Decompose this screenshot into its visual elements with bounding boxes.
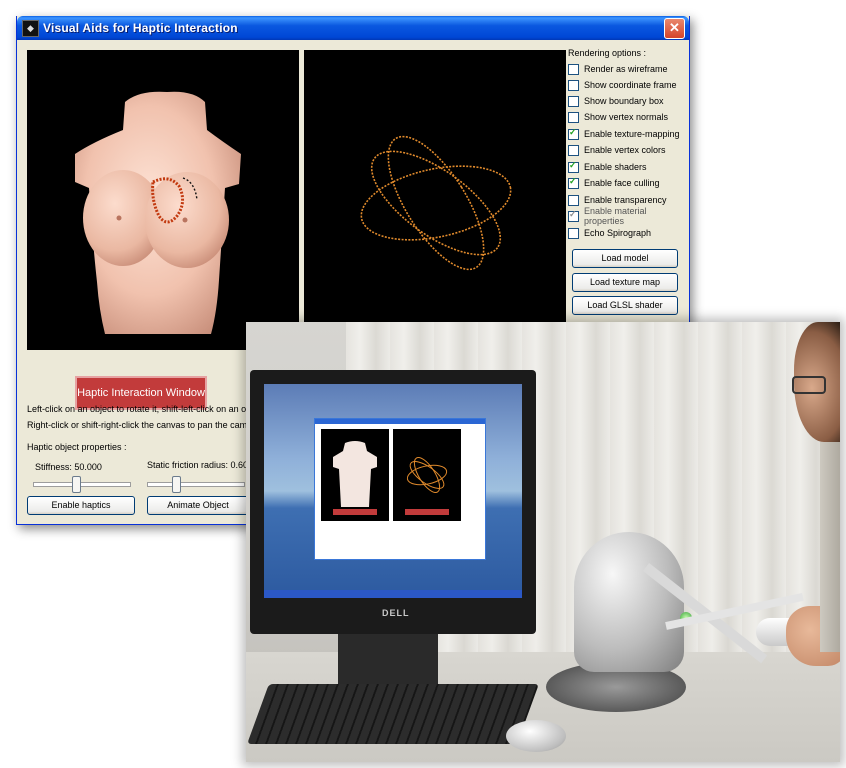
checkbox[interactable] <box>568 111 579 123</box>
option-label: Enable shaders <box>584 162 647 172</box>
option-render-wireframe[interactable]: Render as wireframe <box>568 62 668 76</box>
checkbox-checked[interactable] <box>568 127 579 140</box>
load-texture-map-button[interactable]: Load texture map <box>572 273 678 292</box>
rendering-options-title: Rendering options : <box>568 48 647 58</box>
monitor: DELL <box>250 370 536 634</box>
checkbox[interactable] <box>568 79 579 91</box>
mini-spirograph <box>405 457 449 515</box>
checkbox[interactable] <box>568 95 579 107</box>
taskbar <box>264 590 522 598</box>
computer-mouse <box>506 720 566 752</box>
stiffness-slider-track[interactable] <box>33 482 131 487</box>
option-enable-material-properties: Enable material properties <box>568 206 689 226</box>
mini-torso <box>333 441 377 515</box>
option-label: Show coordinate frame <box>584 80 677 90</box>
checkbox[interactable] <box>568 63 579 75</box>
option-show-vertex-normals[interactable]: Show vertex normals <box>568 110 668 124</box>
enable-haptics-button[interactable]: Enable haptics <box>27 496 135 515</box>
option-enable-shaders[interactable]: Enable shaders <box>568 160 647 174</box>
app-icon: ◆ <box>22 20 39 37</box>
option-label: Enable vertex colors <box>584 145 666 155</box>
option-echo-spirograph[interactable]: Echo Spirograph <box>568 226 651 240</box>
close-button[interactable]: ✕ <box>664 18 685 39</box>
option-label: Enable material properties <box>584 206 647 226</box>
checkbox[interactable] <box>568 227 579 239</box>
user-glasses <box>792 376 826 394</box>
option-label: Echo Spirograph <box>584 228 652 238</box>
option-enable-vertex-colors[interactable]: Enable vertex colors <box>568 143 666 157</box>
user-arm <box>820 442 840 652</box>
window-title: Visual Aids for Haptic Interaction <box>43 21 238 35</box>
mini-model-canvas <box>321 429 389 521</box>
friction-slider-thumb[interactable] <box>171 476 181 493</box>
mini-title-bar <box>315 419 485 424</box>
stiffness-label: Stiffness: 50.000 <box>35 462 102 472</box>
option-show-boundary-box[interactable]: Show boundary box <box>568 94 664 108</box>
option-label: Enable transparency <box>584 195 667 205</box>
option-enable-face-culling[interactable]: Enable face culling <box>568 176 660 190</box>
lab-photo: DELL <box>246 322 840 762</box>
checkbox-checked-disabled <box>568 209 579 222</box>
animate-object-button[interactable]: Animate Object <box>147 496 249 515</box>
stiffness-slider-thumb[interactable] <box>72 476 82 493</box>
option-show-coordinate-frame[interactable]: Show coordinate frame <box>568 78 677 92</box>
haptic-device-body <box>574 532 684 672</box>
load-model-button[interactable]: Load model <box>572 249 678 268</box>
checkbox[interactable] <box>568 194 579 206</box>
checkbox-checked[interactable] <box>568 160 579 173</box>
model-canvas[interactable]: Haptic Interaction Window <box>27 50 299 410</box>
haptic-properties-title: Haptic object properties : <box>27 442 127 452</box>
keyboard <box>247 684 539 744</box>
option-label: Enable face culling <box>584 178 660 188</box>
title-bar[interactable]: ◆ Visual Aids for Haptic Interaction ✕ <box>17 16 689 40</box>
option-label: Show vertex normals <box>584 112 669 122</box>
checkbox[interactable] <box>568 144 579 156</box>
monitor-brand-logo: DELL <box>382 608 410 618</box>
mini-app-window <box>314 418 486 560</box>
option-label: Enable texture-mapping <box>584 129 680 139</box>
spirograph-canvas[interactable] <box>304 50 566 350</box>
friction-slider-track[interactable] <box>147 482 245 487</box>
friction-radius-label: Static friction radius: 0.600 <box>147 460 254 470</box>
option-enable-transparency[interactable]: Enable transparency <box>568 193 667 207</box>
option-enable-texture-mapping[interactable]: Enable texture-mapping <box>568 127 680 141</box>
option-label: Render as wireframe <box>584 64 668 74</box>
checkbox-checked[interactable] <box>568 176 579 189</box>
mini-spirograph-canvas <box>393 429 461 521</box>
option-label: Show boundary box <box>584 96 664 106</box>
load-glsl-shader-button[interactable]: Load GLSL shader <box>572 296 678 315</box>
monitor-stand <box>338 634 438 684</box>
torso-model <box>75 91 241 334</box>
monitor-screen <box>264 384 522 598</box>
spirograph <box>360 135 512 271</box>
